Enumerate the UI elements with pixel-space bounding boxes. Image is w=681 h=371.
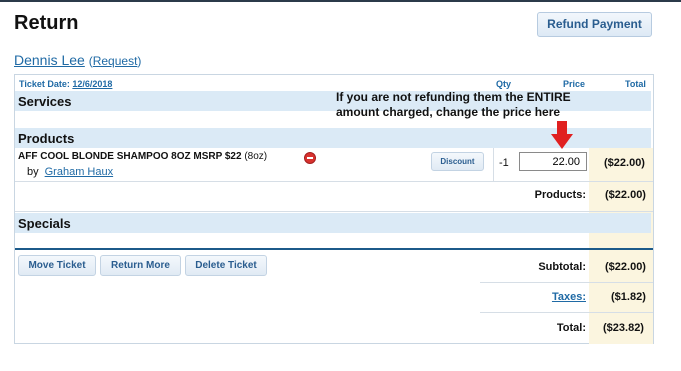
delete-ticket-button[interactable]: Delete Ticket xyxy=(185,255,267,276)
ticket-date-link[interactable]: 12/6/2018 xyxy=(72,79,112,89)
discount-button[interactable]: Discount xyxy=(431,152,484,171)
product-size: (8oz) xyxy=(244,151,268,162)
product-line-item: AFF COOL BLONDE SHAMPOO 8OZ MSRP $22 (8o… xyxy=(15,148,653,181)
ticket-footer-divider xyxy=(15,248,653,250)
total-header: Total xyxy=(625,79,646,89)
down-arrow-icon xyxy=(551,121,573,149)
products-title: Products xyxy=(18,131,75,146)
move-ticket-button[interactable]: Move Ticket xyxy=(18,255,96,276)
subtotal-divider xyxy=(480,282,653,283)
customer-name-link[interactable]: Dennis Lee xyxy=(14,52,85,68)
product-staff: by Graham Haux xyxy=(27,166,113,178)
taxes-label: Taxes: xyxy=(480,291,586,303)
taxes-link[interactable]: Taxes: xyxy=(552,291,586,303)
annotation-line-1: If you are not refunding them the ENTIRE xyxy=(336,90,571,104)
annotation-line-2: amount charged, change the price here xyxy=(336,105,561,119)
specials-title: Specials xyxy=(18,216,71,231)
product-qty: -1 xyxy=(499,157,509,169)
taxes-divider xyxy=(480,312,653,313)
product-name-text: AFF COOL BLONDE SHAMPOO 8OZ MSRP $22 xyxy=(18,151,242,162)
taxes-value: ($1.82) xyxy=(611,291,646,303)
products-subtotal-value: ($22.00) xyxy=(605,189,646,201)
subtotal-label: Subtotal: xyxy=(538,261,586,273)
total-value: ($23.82) xyxy=(603,322,644,334)
qty-divider xyxy=(493,148,494,181)
product-row-divider xyxy=(15,181,653,182)
staff-link[interactable]: Graham Haux xyxy=(45,166,113,178)
product-name: AFF COOL BLONDE SHAMPOO 8OZ MSRP $22 (8o… xyxy=(18,151,267,162)
page-title: Return xyxy=(14,12,79,34)
services-title: Services xyxy=(18,94,72,109)
specials-section-header: Specials xyxy=(15,213,651,233)
price-instruction-annotation: If you are not refunding them the ENTIRE… xyxy=(336,90,606,120)
price-input[interactable] xyxy=(519,152,587,171)
return-more-button[interactable]: Return More xyxy=(100,255,181,276)
total-label: Total: xyxy=(556,322,586,334)
customer-line: Dennis Lee (Request) xyxy=(14,52,141,68)
remove-item-icon[interactable] xyxy=(304,152,316,164)
products-subtotal-label: Products: xyxy=(534,189,586,201)
price-header: Price xyxy=(563,79,586,89)
refund-payment-button[interactable]: Refund Payment xyxy=(537,12,652,37)
by-label: by xyxy=(27,166,39,178)
ticket-date-label: Ticket Date: xyxy=(19,79,70,89)
product-total: ($22.00) xyxy=(604,157,645,169)
ticket-date: Ticket Date: 12/6/2018 xyxy=(19,79,112,89)
top-border xyxy=(0,0,681,2)
subtotal-value: ($22.00) xyxy=(605,261,646,273)
request-link[interactable]: Request xyxy=(93,54,138,68)
ticket-column-headers: Ticket Date: 12/6/2018 Qty Price Total xyxy=(15,75,653,91)
products-divider xyxy=(15,211,653,212)
request-link-wrapper: (Request) xyxy=(88,54,142,68)
qty-header: Qty xyxy=(496,79,512,89)
